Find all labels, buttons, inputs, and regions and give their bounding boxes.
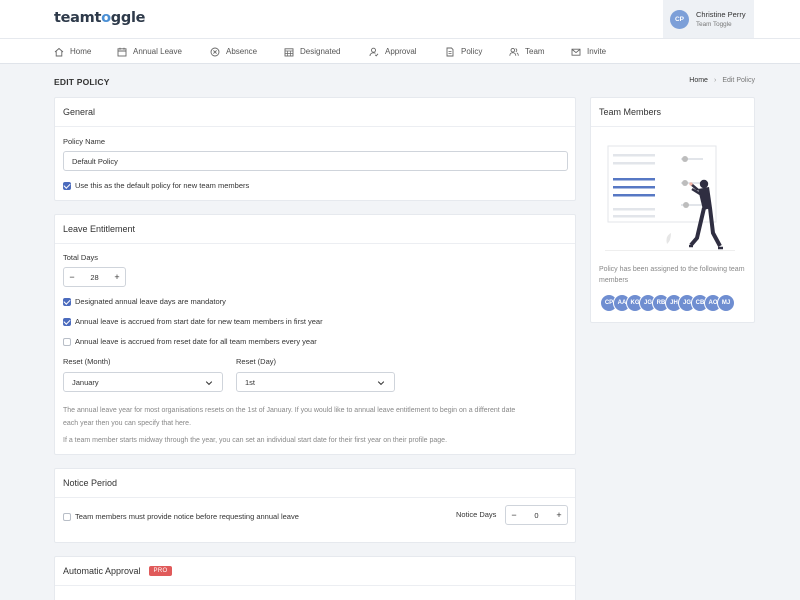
breadcrumb: Home › Edit Policy [689, 77, 755, 84]
mandatory-days-checkbox[interactable] [63, 297, 71, 306]
automatic-approval-card-title: Automatic Approval PRO [55, 557, 575, 586]
start-date-accrual-row[interactable]: Annual leave is accrued from start date … [63, 317, 323, 326]
user-check-icon [369, 47, 379, 56]
top-bar: teamtoggle CP Christine Perry Team Toggl… [0, 0, 800, 39]
nav-item-designated[interactable]: Designated [284, 39, 340, 64]
user-avatar: CP [670, 10, 689, 29]
cancel-circle-icon [210, 47, 220, 56]
start-date-help-text: If a team member starts midway through t… [63, 437, 448, 444]
calendar-icon [117, 47, 127, 56]
page-title: EDIT POLICY [54, 77, 110, 87]
nav-item-invite[interactable]: Invite [571, 39, 606, 64]
breadcrumb-current: Edit Policy [722, 77, 755, 84]
notice-days-stepper: − 0 + [505, 505, 568, 525]
policy-name-input[interactable]: Default Policy [63, 151, 568, 171]
total-days-value[interactable]: 28 [80, 273, 109, 282]
notice-required-checkbox[interactable] [63, 512, 71, 521]
notice-period-card: Notice Period Team members must provide … [54, 468, 576, 543]
policy-name-label: Policy Name [63, 137, 106, 146]
team-members-card: Team Members Policy has been assigned to… [590, 97, 755, 323]
default-policy-checkbox[interactable] [63, 181, 71, 190]
automatic-approval-card: Automatic Approval PRO [54, 556, 576, 600]
reset-help-text: The annual leave year for most organisat… [63, 407, 516, 427]
total-days-label: Total Days [63, 253, 99, 262]
assigned-members-text: Policy has been assigned to the followin… [599, 266, 745, 284]
total-days-increment-button[interactable]: + [109, 268, 125, 286]
user-name: Christine Perry [696, 10, 746, 19]
reset-month-label: Reset (Month) [63, 357, 111, 366]
nav-item-home[interactable]: Home [54, 39, 91, 64]
chevron-down-icon [377, 381, 385, 386]
general-card-title: General [55, 98, 575, 127]
team-icon [509, 47, 519, 56]
calendar-grid-icon [284, 47, 294, 56]
leave-entitlement-card: Leave Entitlement Total Days − 28 + Desi… [54, 214, 576, 455]
notice-required-row[interactable]: Team members must provide notice before … [63, 512, 299, 521]
notice-period-card-title: Notice Period [55, 469, 575, 498]
reset-day-select[interactable]: 1st [236, 372, 395, 392]
total-days-decrement-button[interactable]: − [64, 268, 80, 286]
user-team: Team Toggle [696, 21, 732, 28]
general-card: General Policy Name Default Policy Use t… [54, 97, 576, 201]
breadcrumb-home-link[interactable]: Home [689, 77, 708, 84]
team-toggle-logo[interactable]: teamtoggle [54, 10, 145, 26]
start-date-accrual-checkbox[interactable] [63, 317, 71, 326]
reset-month-select[interactable]: January [63, 372, 223, 392]
total-days-stepper: − 28 + [63, 267, 126, 287]
leave-entitlement-card-title: Leave Entitlement [55, 215, 575, 244]
reset-date-accrual-checkbox[interactable] [63, 337, 71, 346]
chevron-down-icon [205, 381, 213, 386]
nav-item-team[interactable]: Team [509, 39, 545, 64]
home-icon [54, 47, 64, 56]
team-members-card-title: Team Members [591, 98, 754, 127]
nav-item-annual-leave[interactable]: Annual Leave [117, 39, 182, 64]
notice-days-decrement-button[interactable]: − [506, 506, 522, 524]
nav-item-approval[interactable]: Approval [369, 39, 417, 64]
document-icon [446, 47, 454, 56]
notice-days-increment-button[interactable]: + [551, 506, 567, 524]
user-menu[interactable]: CP Christine Perry Team Toggle [663, 0, 754, 38]
envelope-icon [571, 48, 581, 56]
notice-days-label: Notice Days [456, 510, 497, 519]
breadcrumb-separator: › [713, 77, 717, 84]
reset-date-accrual-row[interactable]: Annual leave is accrued from reset date … [63, 337, 317, 346]
main-nav: Home Annual Leave Absence Designated App… [0, 39, 800, 64]
nav-item-policy[interactable]: Policy [445, 39, 482, 64]
nav-item-absence[interactable]: Absence [210, 39, 257, 64]
member-avatar[interactable]: MJ [717, 294, 735, 312]
pro-badge: PRO [148, 566, 173, 576]
policy-illustration [605, 145, 735, 251]
notice-days-value[interactable]: 0 [522, 511, 551, 520]
default-policy-row[interactable]: Use this as the default policy for new t… [63, 181, 249, 190]
mandatory-days-row[interactable]: Designated annual leave days are mandato… [63, 297, 226, 306]
reset-day-label: Reset (Day) [236, 357, 277, 366]
